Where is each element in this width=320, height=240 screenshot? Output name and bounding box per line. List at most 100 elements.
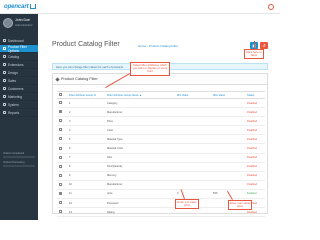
row-checkbox[interactable]: [59, 201, 62, 205]
profile-name: John Doe: [15, 18, 30, 22]
sidebar-item-reports[interactable]: Reports: [0, 109, 38, 117]
opencart-logo[interactable]: opencart: [4, 3, 36, 11]
select-all-checkbox[interactable]: [59, 93, 62, 96]
sidebar-item-label: Customers: [8, 86, 24, 91]
row-select-cell: [57, 125, 67, 136]
col-group-id[interactable]: Filter Attribute Group Id: [67, 91, 105, 99]
group-name-cell: Rating: [105, 207, 175, 218]
col-select: [57, 91, 67, 99]
row-checkbox[interactable]: [59, 137, 62, 141]
status-cell[interactable]: Disabled: [245, 116, 265, 127]
stat-label: Orders Processing: [3, 161, 25, 164]
row-checkbox[interactable]: [59, 110, 62, 114]
group-name-cell: Material Type: [105, 134, 175, 145]
row-select-cell: [57, 198, 67, 209]
top-bar: opencart: [0, 0, 280, 14]
menu-icon: [3, 79, 6, 82]
min-value-cell: [175, 125, 211, 136]
status-cell[interactable]: Disabled: [245, 98, 265, 109]
sidebar-nav: Dashboard Product Filter Options Catalog Ex…: [0, 37, 38, 117]
cart-icon: [29, 3, 36, 9]
breadcrumb-current[interactable]: Product Catalog Filter: [149, 44, 178, 48]
group-id-cell: 5: [67, 134, 105, 145]
callout-min-price: Enter min value price: [175, 199, 199, 209]
sidebar-item-label: System: [8, 102, 19, 107]
row-checkbox[interactable]: [59, 210, 62, 214]
sidebar-item-extensions[interactable]: Extensions: [0, 61, 38, 69]
row-checkbox[interactable]: [59, 191, 62, 195]
sidebar-item-label: Sales: [8, 78, 16, 83]
sidebar-item-marketing[interactable]: Marketing: [0, 93, 38, 101]
status-cell[interactable]: Disabled: [245, 143, 265, 154]
row-checkbox[interactable]: [59, 101, 62, 105]
group-id-cell: 11: [67, 189, 105, 200]
status-cell[interactable]: Disabled: [245, 134, 265, 145]
row-checkbox[interactable]: [59, 119, 62, 123]
max-value-cell: [211, 153, 245, 163]
col-min-value[interactable]: Min Value: [175, 91, 211, 99]
sidebar-item-system[interactable]: System: [0, 101, 38, 109]
callout-save-arrow: [254, 41, 255, 49]
group-id-cell: 6: [67, 143, 105, 154]
group-id-cell: 10: [67, 180, 105, 190]
user-profile[interactable]: John Doe Administrator: [0, 14, 38, 36]
row-checkbox[interactable]: [59, 146, 62, 150]
status-cell[interactable]: Disabled: [245, 153, 265, 163]
row-select-cell: [57, 134, 67, 145]
group-id-cell: 8: [67, 162, 105, 172]
breadcrumb-home[interactable]: Home: [138, 44, 146, 48]
table-row: 11 price 0 500 Enabled: [57, 189, 265, 200]
col-status[interactable]: Status: [245, 91, 265, 99]
status-cell[interactable]: Disabled: [245, 180, 265, 190]
table-row: 6 Material Color Disabled: [57, 143, 265, 154]
table-row: 7 Size Disabled: [57, 153, 265, 163]
col-max-value[interactable]: Max Value: [211, 91, 245, 99]
min-value-cell: [175, 143, 211, 154]
min-value-cell: [175, 171, 211, 181]
row-checkbox[interactable]: [59, 128, 62, 132]
sidebar-item-customers[interactable]: Customers: [0, 85, 38, 93]
table-row: 10 Manufacturer Disabled: [57, 180, 265, 190]
sidebar-item-design[interactable]: Design: [0, 69, 38, 77]
table-row: 4 Color Disabled: [57, 125, 265, 136]
max-value-text[interactable]: 500: [213, 192, 217, 195]
row-select-cell: [57, 107, 67, 118]
callout-save-text: Click here to Save: [246, 49, 262, 57]
min-value-cell: [175, 162, 211, 172]
group-id-cell: 13: [67, 207, 105, 218]
status-cell[interactable]: Disabled: [245, 171, 265, 181]
row-checkbox[interactable]: [59, 155, 62, 159]
status-cell[interactable]: Disabled: [245, 125, 265, 136]
group-name-cell: Memory: [105, 171, 175, 181]
main-content: Product Catalog Filter Home›Product Cata…: [38, 14, 280, 220]
cancel-button[interactable]: ↺: [260, 42, 268, 49]
min-value-cell: [175, 134, 211, 145]
status-cell[interactable]: Enabled: [245, 189, 265, 200]
logout-icon[interactable]: [268, 4, 274, 10]
sidebar-item-catalog[interactable]: Catalog: [0, 53, 38, 61]
panel-title: Product Catalog Filter: [61, 77, 98, 81]
group-name-cell: Size: [105, 153, 175, 163]
status-cell[interactable]: Disabled: [245, 162, 265, 172]
max-value-cell: [211, 143, 245, 154]
profile-role: Administrator: [15, 23, 33, 27]
stat-progress-bar: [3, 156, 35, 158]
row-select-cell: [57, 153, 67, 163]
row-checkbox[interactable]: [59, 173, 62, 177]
col-group-name[interactable]: Filter Attribute Group Name ▲: [105, 91, 175, 99]
table-row: 3 Price Disabled: [57, 116, 265, 127]
row-checkbox[interactable]: [59, 164, 62, 168]
sidebar-item-sales[interactable]: Sales: [0, 77, 38, 85]
cancel-icon: ↺: [262, 43, 266, 48]
table-row: 2 Manufacturer Disabled: [57, 107, 265, 118]
callout-select-text: Select filter attributes which you want …: [132, 62, 168, 74]
row-select-cell: [57, 189, 67, 200]
menu-icon: [3, 63, 6, 66]
sidebar-item-product-filter-options[interactable]: Product Filter Options: [0, 45, 38, 53]
status-cell[interactable]: Disabled: [245, 107, 265, 118]
table-header-row: Filter Attribute Group Id Filter Attribu…: [57, 91, 265, 99]
sidebar-item-label: Marketing: [8, 94, 22, 99]
min-value-text[interactable]: 0: [177, 192, 178, 195]
row-checkbox[interactable]: [59, 182, 62, 186]
row-select-cell: [57, 116, 67, 127]
